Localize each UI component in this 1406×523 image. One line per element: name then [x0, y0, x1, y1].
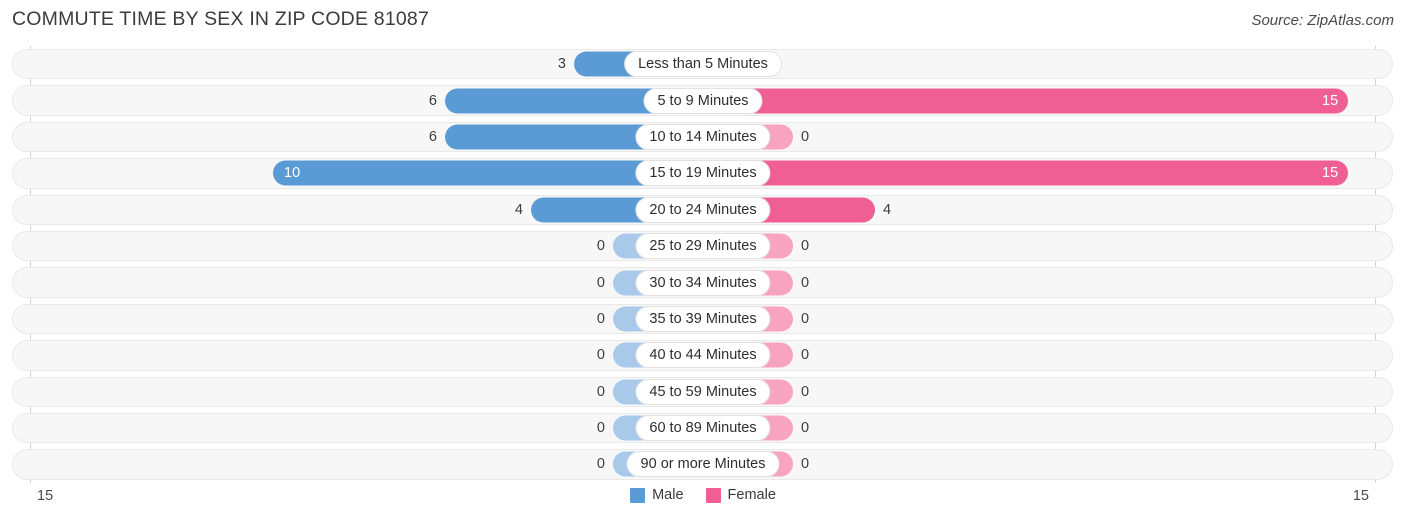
female-bar[interactable] [703, 160, 1348, 186]
legend-label: Male [652, 487, 684, 503]
bar-row: 6 0 10 to 14 Minutes [0, 119, 1406, 155]
female-value-label: 0 [801, 347, 810, 364]
bar-rows-container: 31Less than 5 Minutes6155 to 9 Minutes60… [0, 46, 1406, 483]
female-value-label: 0 [801, 419, 810, 436]
source-attribution: Source: ZipAtlas.com [1251, 12, 1394, 29]
bar-row: 0 0 30 to 34 Minutes [0, 264, 1406, 300]
female-value-label: 0 [801, 128, 810, 145]
category-label: 5 to 9 Minutes [643, 87, 763, 114]
category-label: 45 to 59 Minutes [635, 378, 771, 405]
male-value-label: 0 [596, 310, 605, 327]
category-label: 20 to 24 Minutes [635, 196, 771, 223]
chart-plot-area: 31Less than 5 Minutes6155 to 9 Minutes60… [0, 46, 1406, 483]
male-value-label: 0 [596, 419, 605, 436]
female-value-label: 0 [801, 383, 810, 400]
bar-row: 0 0 40 to 44 Minutes [0, 337, 1406, 373]
category-label: 40 to 44 Minutes [635, 342, 771, 369]
bar-row: 0 0 35 to 39 Minutes [0, 301, 1406, 337]
chart-header: COMMUTE TIME BY SEX IN ZIP CODE 81087 So… [0, 0, 1406, 42]
category-label: 35 to 39 Minutes [635, 305, 771, 332]
legend-swatch-icon [705, 487, 721, 503]
female-value-label: 4 [883, 201, 892, 218]
page-title: COMMUTE TIME BY SEX IN ZIP CODE 81087 [12, 8, 430, 30]
male-value-label: 0 [596, 383, 605, 400]
male-value-label: 0 [596, 274, 605, 291]
male-value-label: 0 [596, 237, 605, 254]
female-value-label: 15 [1322, 165, 1339, 182]
chart-footer: 15 15 Male Female [0, 483, 1406, 523]
legend-swatch-icon [630, 487, 646, 503]
male-value-label: 10 [284, 165, 301, 182]
female-value-label: 15 [1322, 92, 1339, 109]
male-value-label: 0 [596, 347, 605, 364]
bar-row: 4 4 20 to 24 Minutes [0, 192, 1406, 228]
male-value-label: 6 [428, 128, 437, 145]
male-value-label: 4 [514, 201, 523, 218]
female-bar[interactable] [703, 88, 1348, 114]
bar-row: 6 15 5 to 9 Minutes [0, 82, 1406, 118]
female-value-label: 0 [801, 237, 810, 254]
category-label: 30 to 34 Minutes [635, 269, 771, 296]
category-label: 90 or more Minutes [626, 451, 780, 478]
female-value-label: 0 [801, 310, 810, 327]
category-label: 10 to 14 Minutes [635, 123, 771, 150]
category-label: 60 to 89 Minutes [635, 415, 771, 442]
legend-label: Female [727, 487, 776, 503]
chart-legend: Male Female [0, 487, 1406, 503]
category-label: 15 to 19 Minutes [635, 160, 771, 187]
bar-row: 0 0 90 or more Minutes [0, 446, 1406, 482]
bar-row: 0 0 45 to 59 Minutes [0, 374, 1406, 410]
legend-item[interactable]: Female [705, 487, 776, 503]
category-label: 25 to 29 Minutes [635, 233, 771, 260]
bar-row: 31Less than 5 Minutes [0, 46, 1406, 82]
male-value-label: 0 [596, 456, 605, 473]
legend-item[interactable]: Male [630, 487, 684, 503]
female-value-label: 0 [801, 274, 810, 291]
female-value-label: 0 [801, 456, 810, 473]
male-value-label: 3 [557, 55, 566, 72]
bar-row: 10 15 15 to 19 Minutes [0, 155, 1406, 191]
bar-row: 0 0 25 to 29 Minutes [0, 228, 1406, 264]
male-value-label: 6 [428, 92, 437, 109]
bar-row: 0 0 60 to 89 Minutes [0, 410, 1406, 446]
category-label: Less than 5 Minutes [624, 51, 782, 78]
